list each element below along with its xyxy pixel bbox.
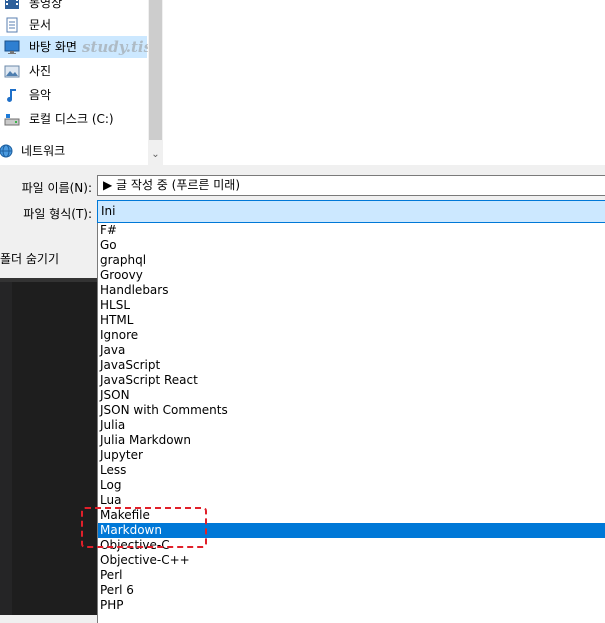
dropdown-option[interactable]: JSON with Comments [98,403,605,418]
nav-label: 네트워크 [21,144,66,158]
nav-item-music[interactable]: 음악 [0,84,51,106]
dropdown-option[interactable]: Markdown [98,523,605,538]
dropdown-option[interactable]: Less [98,463,605,478]
nav-label: 로컬 디스크 (C:) [29,112,114,126]
dropdown-option[interactable]: F# [98,223,605,238]
hide-folders-button[interactable]: 폴더 숨기기 [0,250,59,267]
editor-gutter [0,282,12,615]
desktop-folder-icon [4,40,20,54]
dropdown-option[interactable]: JSON [98,388,605,403]
dropdown-option[interactable]: Log [98,478,605,493]
dropdown-option[interactable]: Java [98,343,605,358]
nav-item-videos[interactable]: 동영상 [0,0,62,14]
nav-scrollbar[interactable]: ⌄ [148,0,163,165]
dropdown-option[interactable]: Ignore [98,328,605,343]
nav-item-desktop[interactable]: 바탕 화면 [0,36,147,58]
navigation-pane: 동영상 문서 바탕 화면 사진 음악 로컬 디스크 (C:) 네트워크 stud… [0,0,148,165]
filetype-dropdown-list[interactable]: F# Go graphql Groovy Handlebars HLSL HTML Ignor… [97,223,605,623]
nav-label: 사진 [29,64,52,78]
filetype-select[interactable]: Ini [97,200,605,223]
dropdown-option[interactable]: Groovy [98,268,605,283]
filename-input[interactable]: ▶ 글 작성 중 (푸르른 미래) [97,175,605,196]
editor-background [0,282,97,615]
dropdown-option[interactable]: Objective-C [98,538,605,553]
chevron-down-icon[interactable]: ⌄ [148,146,163,163]
dropdown-option[interactable]: Go [98,238,605,253]
dropdown-option[interactable]: HLSL [98,298,605,313]
filetype-label: 파일 형식(T): [23,207,92,221]
nav-item-network[interactable]: 네트워크 [0,140,65,162]
dropdown-option[interactable]: Handlebars [98,283,605,298]
file-list-pane [163,0,605,165]
music-folder-icon [7,89,16,102]
nav-item-documents[interactable]: 문서 [0,14,51,36]
nav-label: 바탕 화면 [29,40,77,54]
dropdown-option[interactable]: HTML [98,313,605,328]
nav-item-pictures[interactable]: 사진 [0,60,51,82]
dropdown-option[interactable]: Julia [98,418,605,433]
dropdown-option[interactable]: PHP [98,598,605,613]
nav-label: 문서 [29,18,52,32]
dropdown-option[interactable]: Perl [98,568,605,583]
dropdown-option[interactable]: Makefile [98,508,605,523]
nav-scroll-thumb[interactable] [149,0,162,140]
dropdown-option[interactable]: Lua [98,493,605,508]
dropdown-option[interactable]: JavaScript React [98,373,605,388]
dropdown-option[interactable]: Julia Markdown [98,433,605,448]
nav-label: 동영상 [29,0,63,10]
dropdown-option[interactable]: Jupyter [98,448,605,463]
documents-folder-icon [6,17,18,33]
video-folder-icon [5,0,19,9]
nav-label: 음악 [29,88,52,102]
local-disk-icon [4,114,20,126]
dropdown-option[interactable]: graphql [98,253,605,268]
dropdown-option[interactable]: JavaScript [98,358,605,373]
dropdown-option[interactable]: Perl 6 [98,583,605,598]
filename-label: 파일 이름(N): [21,181,92,195]
network-icon [0,144,13,158]
pictures-folder-icon [4,65,20,78]
nav-item-local-disk[interactable]: 로컬 디스크 (C:) [0,108,114,130]
dropdown-option[interactable]: Objective-C++ [98,553,605,568]
